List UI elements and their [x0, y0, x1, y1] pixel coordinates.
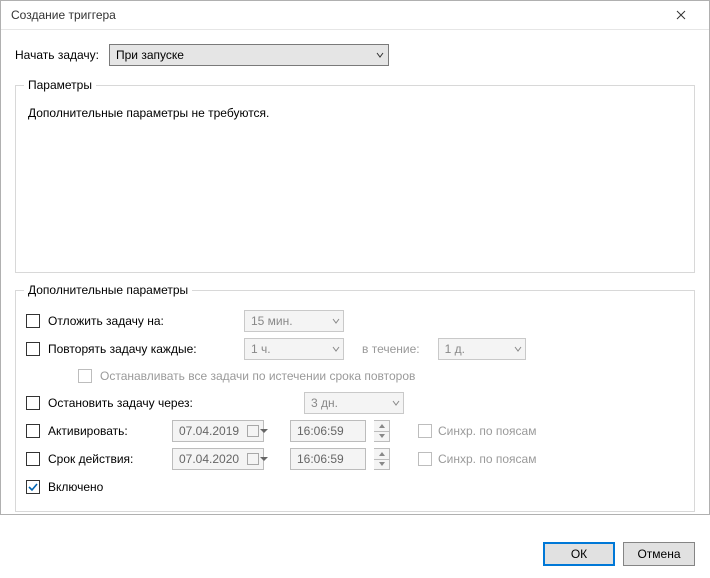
expire-label: Срок действия:: [48, 452, 164, 466]
chevron-down-icon: [392, 396, 400, 410]
expire-time-value: 16:06:59: [297, 452, 344, 466]
expire-sync-checkbox[interactable]: [418, 452, 432, 466]
trigger-type-value: При запуске: [116, 48, 184, 62]
repeat-interval-value: 1 ч.: [251, 342, 271, 356]
activate-label: Активировать:: [48, 424, 164, 438]
enabled-row: Включено: [26, 473, 684, 501]
window-title: Создание триггера: [11, 8, 661, 22]
parameters-legend: Параметры: [24, 78, 96, 92]
spin-up-icon: [374, 421, 389, 432]
chevron-down-icon: [332, 314, 340, 328]
repeat-label: Повторять задачу каждые:: [48, 342, 197, 356]
chevron-down-icon: [332, 342, 340, 356]
stop-after-value: 3 дн.: [311, 396, 338, 410]
activate-date-input[interactable]: 07.04.2019: [172, 420, 264, 442]
spin-up-icon: [374, 449, 389, 460]
spin-down-icon: [374, 432, 389, 442]
enabled-checkbox[interactable]: [26, 480, 40, 494]
stop-after-checkbox[interactable]: [26, 396, 40, 410]
begin-task-label: Начать задачу:: [15, 48, 99, 62]
stop-after-label: Остановить задачу через:: [48, 396, 193, 410]
activate-sync-checkbox[interactable]: [418, 424, 432, 438]
expire-time-spinner[interactable]: [374, 448, 390, 470]
advanced-group: Дополнительные параметры Отложить задачу…: [15, 283, 695, 512]
calendar-icon: [247, 425, 259, 437]
activate-time-spinner[interactable]: [374, 420, 390, 442]
expire-time-input[interactable]: 16:06:59: [290, 448, 366, 470]
dialog-footer: ОК Отмена: [1, 532, 709, 578]
stop-all-label: Останавливать все задачи по истечении ср…: [100, 369, 415, 383]
enabled-label: Включено: [48, 480, 103, 494]
repeat-row: Повторять задачу каждые: 1 ч. в течение:…: [26, 335, 684, 363]
begin-task-row: Начать задачу: При запуске: [15, 44, 695, 66]
expire-date-input[interactable]: 07.04.2020: [172, 448, 264, 470]
expire-sync-label: Синхр. по поясам: [438, 452, 536, 466]
repeat-duration-label: в течение:: [362, 342, 420, 356]
spin-down-icon: [374, 460, 389, 470]
activate-time-value: 16:06:59: [297, 424, 344, 438]
create-trigger-dialog: Создание триггера Начать задачу: При зап…: [0, 0, 710, 515]
calendar-icon: [247, 453, 259, 465]
activate-time-input[interactable]: 16:06:59: [290, 420, 366, 442]
stop-all-checkbox[interactable]: [78, 369, 92, 383]
repeat-interval-combo[interactable]: 1 ч.: [244, 338, 344, 360]
activate-sync-label: Синхр. по поясам: [438, 424, 536, 438]
repeat-duration-combo[interactable]: 1 д.: [438, 338, 526, 360]
repeat-duration-value: 1 д.: [445, 342, 465, 356]
close-icon: [676, 10, 686, 20]
delay-label: Отложить задачу на:: [48, 314, 164, 328]
expire-row: Срок действия: 07.04.2020 16:06:59: [26, 445, 684, 473]
activate-date-value: 07.04.2019: [179, 424, 239, 438]
trigger-type-dropdown[interactable]: При запуске: [109, 44, 389, 66]
ok-button[interactable]: ОК: [543, 542, 615, 566]
repeat-checkbox[interactable]: [26, 342, 40, 356]
delay-value: 15 мин.: [251, 314, 293, 328]
delay-row: Отложить задачу на: 15 мин.: [26, 307, 684, 335]
advanced-legend: Дополнительные параметры: [24, 283, 192, 297]
activate-row: Активировать: 07.04.2019 16:06:59: [26, 417, 684, 445]
expire-date-value: 07.04.2020: [179, 452, 239, 466]
parameters-body: Дополнительные параметры не требуются.: [26, 102, 684, 262]
chevron-down-icon: [514, 342, 522, 356]
stop-all-row: Останавливать все задачи по истечении ср…: [78, 363, 684, 389]
close-button[interactable]: [661, 1, 701, 29]
cancel-button[interactable]: Отмена: [623, 542, 695, 566]
expire-checkbox[interactable]: [26, 452, 40, 466]
activate-checkbox[interactable]: [26, 424, 40, 438]
stop-after-row: Остановить задачу через: 3 дн.: [26, 389, 684, 417]
stop-after-combo[interactable]: 3 дн.: [304, 392, 404, 414]
delay-combo[interactable]: 15 мин.: [244, 310, 344, 332]
delay-checkbox[interactable]: [26, 314, 40, 328]
dialog-content: Начать задачу: При запуске Параметры Доп…: [1, 30, 709, 532]
titlebar: Создание триггера: [1, 1, 709, 30]
parameters-group: Параметры Дополнительные параметры не тр…: [15, 78, 695, 273]
chevron-down-icon: [376, 48, 384, 62]
